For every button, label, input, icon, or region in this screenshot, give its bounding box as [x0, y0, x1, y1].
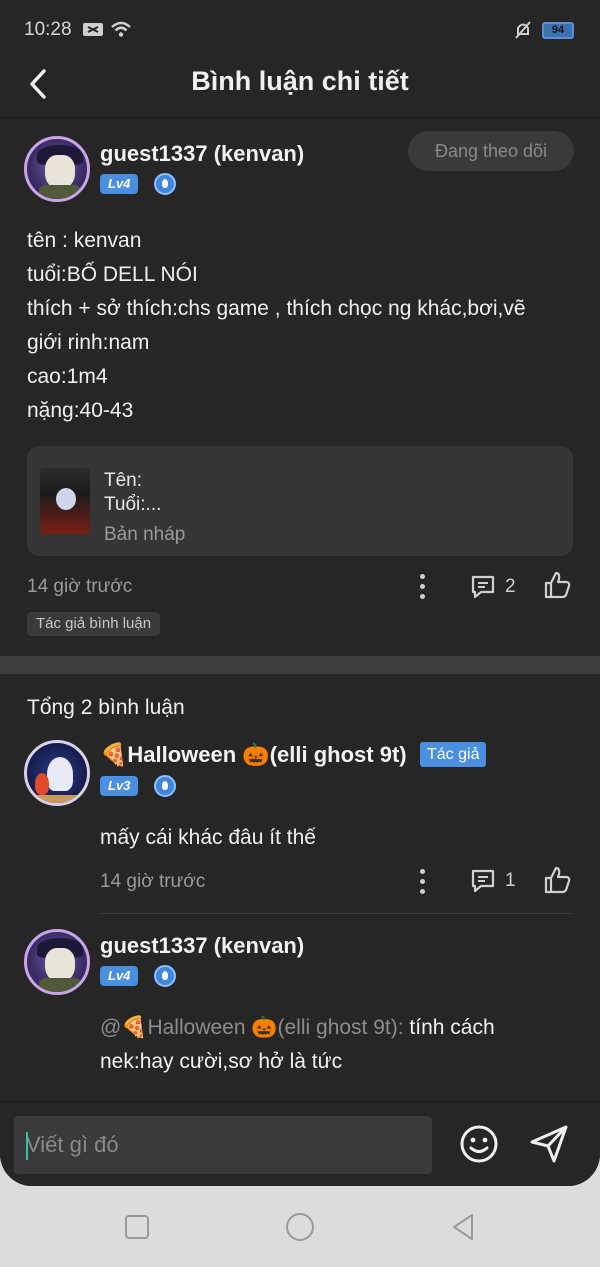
- post-line: giới rinh:nam: [27, 331, 150, 354]
- status-bar: 10:28 94: [0, 0, 600, 60]
- draft-line: Tên:: [104, 470, 143, 491]
- mention-link[interactable]: @🍕Halloween 🎃(elli ghost 9t):: [100, 1016, 404, 1039]
- app-screen: 10:28 94 Bình luận chi tiết guest1337 (k…: [0, 0, 600, 1186]
- comment-icon: [471, 575, 495, 599]
- comment-username[interactable]: 🍕Halloween 🎃(elli ghost 9t): [100, 742, 407, 768]
- post-body: tên : kenvan tuổi:BỐ DELL NÓI thích + sở…: [27, 224, 587, 428]
- level-badge: Lv4: [100, 174, 139, 194]
- avatar-flame: [35, 773, 49, 795]
- draft-line: Tuổi:...: [104, 494, 162, 515]
- send-icon[interactable]: [528, 1124, 570, 1164]
- reply-count: 2: [505, 576, 516, 597]
- draft-card[interactable]: Tên: Tuổi:... Bản nháp: [27, 446, 573, 556]
- comment-username[interactable]: guest1337 (kenvan): [100, 933, 304, 959]
- post-line: tuổi:BỐ DELL NÓI: [27, 263, 198, 286]
- message-status-icon: [83, 23, 103, 36]
- verified-badge-icon: [154, 775, 176, 797]
- system-nav-bar: [0, 1186, 600, 1267]
- post-line: nặng:40-43: [27, 399, 134, 422]
- avatar[interactable]: [24, 136, 90, 202]
- status-icons: [82, 20, 132, 38]
- home-circle-icon[interactable]: [283, 1210, 317, 1244]
- author-tag: Tác giả: [420, 742, 487, 767]
- author-chip: Tác giả bình luận: [27, 612, 161, 636]
- avatar[interactable]: [24, 929, 90, 995]
- comment-icon: [471, 869, 495, 893]
- more-vertical-icon[interactable]: [418, 869, 426, 895]
- verified-badge-icon: [154, 173, 176, 195]
- avatar-banner: [31, 795, 83, 803]
- reply-button[interactable]: 2: [469, 573, 516, 601]
- avatar-ghost: [47, 757, 73, 791]
- follow-button[interactable]: Đang theo dõi: [408, 131, 574, 171]
- avatar[interactable]: [24, 740, 90, 806]
- draft-label: Bản nháp: [104, 524, 186, 545]
- recents-square-icon[interactable]: [120, 1210, 154, 1244]
- top-bar: Bình luận chi tiết: [0, 60, 600, 118]
- reply-count: 1: [505, 870, 516, 891]
- battery-indicator: 94: [542, 21, 574, 39]
- post-line: thích + sở thích:chs game , thích chọc n…: [27, 297, 526, 320]
- more-vertical-icon[interactable]: [418, 574, 426, 600]
- verified-badge-icon: [154, 965, 176, 987]
- draft-thumbnail: [40, 468, 90, 534]
- level-badge: Lv4: [100, 966, 139, 986]
- thumbs-up-icon[interactable]: [542, 570, 572, 600]
- text-cursor: [26, 1132, 28, 1160]
- avatar-scarf: [39, 978, 81, 992]
- comment-text: mấy cái khác đâu ít thế: [100, 826, 316, 849]
- level-badge: Lv3: [100, 776, 139, 796]
- smiley-icon[interactable]: [459, 1124, 499, 1164]
- comment-input[interactable]: [14, 1116, 432, 1174]
- avatar-scarf: [39, 185, 81, 199]
- comment-text-line: nek:hay cười,sơ hở là tức: [100, 1050, 343, 1073]
- wifi-icon: [111, 21, 131, 37]
- status-time: 10:28: [24, 19, 72, 40]
- avatar-face: [45, 948, 75, 982]
- thumbs-up-icon[interactable]: [542, 865, 572, 895]
- comment-input-bar: [0, 1101, 600, 1186]
- comment-divider: [100, 913, 573, 914]
- avatar-face: [45, 155, 75, 189]
- silent-bell-icon: [515, 21, 531, 39]
- post-username[interactable]: guest1337 (kenvan): [100, 141, 304, 167]
- comment-text: @🍕Halloween 🎃(elli ghost 9t): tính cách: [100, 1011, 495, 1045]
- section-divider: [0, 656, 600, 674]
- comments-count-title: Tổng 2 bình luận: [27, 696, 185, 719]
- post-line: cao:1m4: [27, 365, 108, 388]
- status-right: 94: [514, 20, 574, 40]
- post-timestamp: 14 giờ trước: [27, 576, 133, 597]
- back-triangle-icon[interactable]: [446, 1210, 480, 1244]
- comment-timestamp: 14 giờ trước: [100, 871, 206, 892]
- comment-text-part: tính cách: [403, 1016, 495, 1039]
- post-line: tên : kenvan: [27, 229, 142, 252]
- page-title: Bình luận chi tiết: [191, 66, 409, 96]
- reply-button[interactable]: 1: [469, 867, 516, 895]
